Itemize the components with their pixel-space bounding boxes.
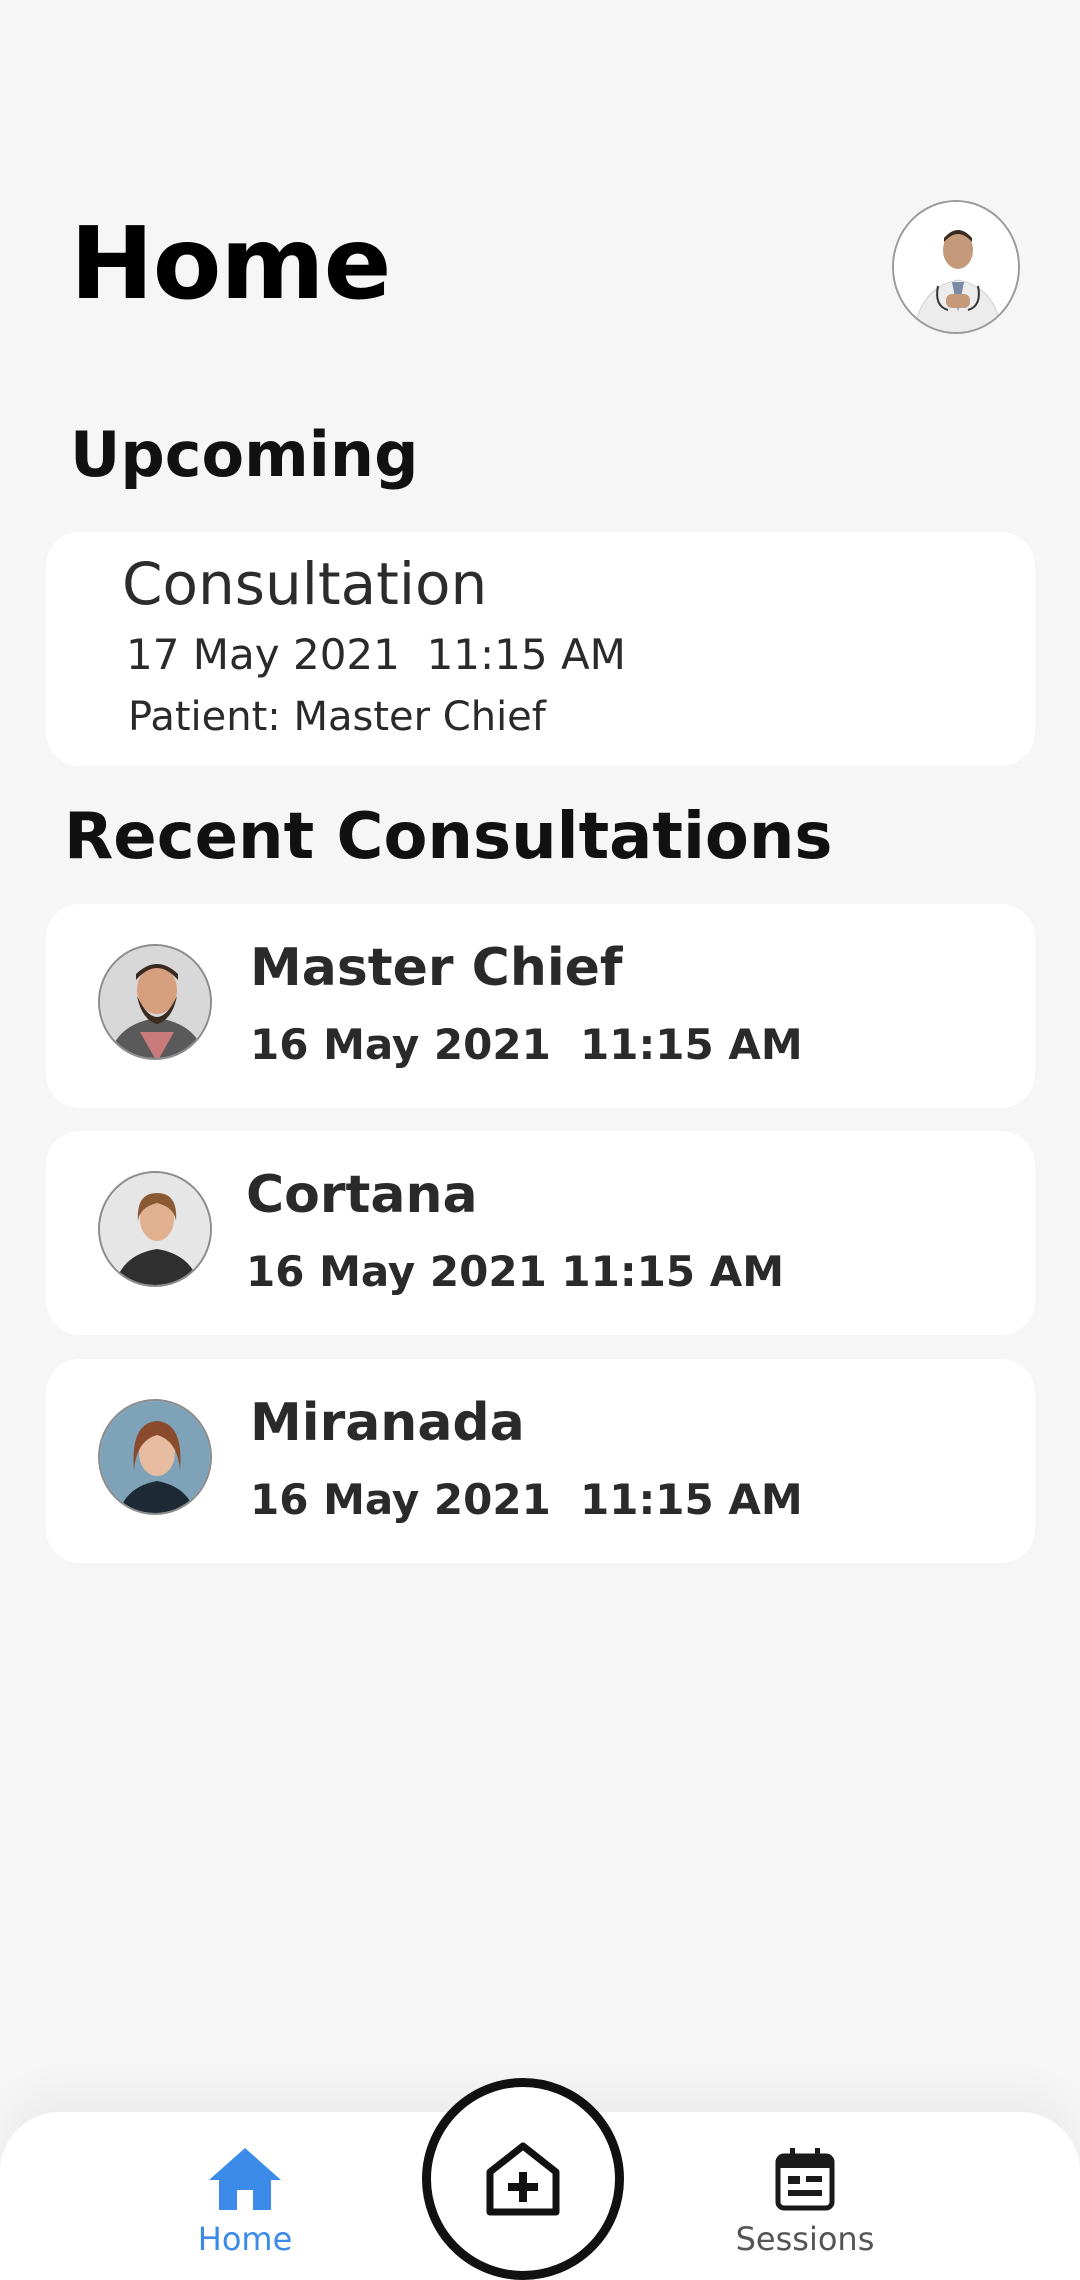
recent-consultation-item[interactable]: Miranada 16 May 2021 11:15 AM <box>46 1359 1035 1563</box>
consultation-datetime: 16 May 2021 11:15 AM <box>250 1020 803 1069</box>
home-icon <box>209 2148 281 2210</box>
patient-avatar <box>98 944 212 1060</box>
patient-avatar-image <box>100 946 210 1058</box>
hospital-plus-icon <box>486 2142 560 2216</box>
calendar-icon <box>775 2148 835 2211</box>
patient-avatar-image <box>100 1173 210 1285</box>
patient-name: Master Chief <box>250 938 623 998</box>
nav-home[interactable]: Home <box>190 2146 300 2258</box>
nav-home-label: Home <box>197 2220 293 2258</box>
doctor-avatar-image <box>894 202 1018 332</box>
upcoming-consultation-card[interactable]: Consultation 17 May 2021 11:15 AM Patien… <box>46 532 1035 766</box>
patient-avatar <box>98 1399 212 1515</box>
patient-name: Cortana <box>246 1165 478 1225</box>
consultation-datetime: 16 May 2021 11:15 AM <box>246 1247 785 1296</box>
patient-avatar-image <box>100 1401 210 1513</box>
page-title: Home <box>70 205 391 322</box>
recent-section-title: Recent Consultations <box>64 800 833 874</box>
consultation-datetime: 16 May 2021 11:15 AM <box>250 1475 803 1524</box>
nav-sessions-label: Sessions <box>735 2220 875 2258</box>
patient-avatar <box>98 1171 212 1287</box>
upcoming-section-title: Upcoming <box>70 418 419 491</box>
upcoming-card-title: Consultation <box>122 550 488 618</box>
upcoming-card-datetime: 17 May 2021 11:15 AM <box>126 630 626 679</box>
profile-avatar[interactable] <box>892 200 1020 334</box>
upcoming-card-patient: Patient: Master Chief <box>128 694 546 740</box>
add-consultation-button[interactable] <box>422 2078 624 2280</box>
nav-sessions[interactable]: Sessions <box>730 2146 880 2258</box>
recent-consultation-item[interactable]: Master Chief 16 May 2021 11:15 AM <box>46 904 1035 1108</box>
patient-name: Miranada <box>250 1393 525 1453</box>
recent-consultation-item[interactable]: Cortana 16 May 2021 11:15 AM <box>46 1131 1035 1335</box>
